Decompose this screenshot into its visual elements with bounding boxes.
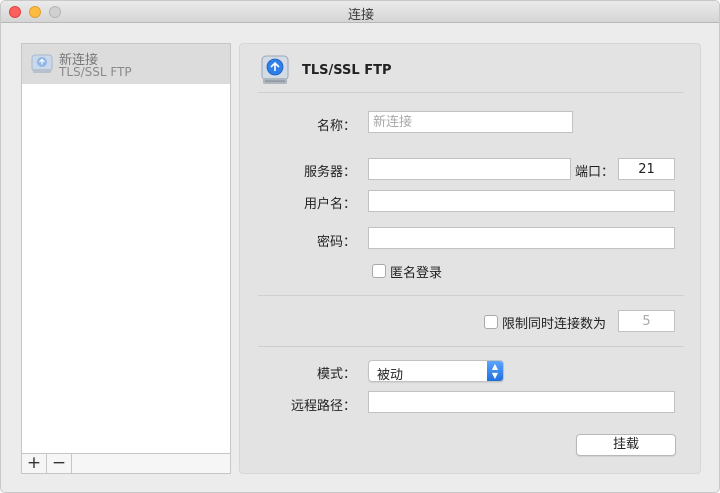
name-label: 名称：: [316, 119, 356, 134]
server-label: 服务器：: [303, 165, 356, 180]
divider: [258, 346, 684, 347]
protocol-title: TLS/SSL FTP: [302, 63, 392, 78]
add-connection-button[interactable]: +: [22, 454, 47, 473]
mode-select-value: 被动: [377, 368, 404, 383]
username-field[interactable]: [368, 190, 675, 212]
anonymous-login-checkbox[interactable]: [372, 264, 386, 278]
chevron-up-down-icon: ▲ ▼: [487, 361, 503, 381]
connection-list: 新连接 TLS/SSL FTP + −: [21, 43, 231, 474]
username-label: 用户名：: [303, 197, 356, 212]
window-title: 连接: [347, 8, 374, 23]
limit-connections-label: 限制同时连接数为: [502, 317, 607, 332]
connection-protocol: TLS/SSL FTP: [59, 65, 132, 79]
remote-path-field[interactable]: [368, 391, 675, 413]
remove-connection-button[interactable]: −: [47, 454, 72, 473]
server-field[interactable]: [368, 158, 571, 180]
password-label: 密码：: [316, 235, 356, 250]
mount-button[interactable]: 挂载: [576, 434, 676, 456]
anonymous-login-label: 匿名登录: [390, 266, 443, 281]
connection-window: 连接 新连接 TLS/SSL FTP + − TLS/SSL FTP 名称： 新…: [0, 0, 720, 493]
password-field[interactable]: [368, 227, 675, 249]
limit-connections-checkbox[interactable]: [484, 315, 498, 329]
mode-select[interactable]: 被动 ▲ ▼: [368, 360, 504, 383]
max-connections-field[interactable]: [618, 310, 675, 332]
connection-name-field[interactable]: [368, 111, 573, 133]
ftp-drive-icon: [261, 55, 289, 84]
divider: [258, 92, 684, 93]
port-field[interactable]: [618, 158, 675, 180]
title-bar: 连接: [1, 1, 719, 23]
connection-list-toolbar: + −: [22, 453, 230, 473]
remote-path-label: 远程路径：: [290, 399, 356, 414]
connection-settings-panel: TLS/SSL FTP 名称： 服务器： 端口： 用户名： 密码： 匿名登录 限…: [239, 43, 701, 474]
divider: [258, 295, 684, 296]
ftp-drive-icon: [31, 54, 53, 73]
port-label: 端口：: [574, 165, 614, 180]
mode-label: 模式：: [316, 367, 356, 382]
connection-list-item[interactable]: 新连接 TLS/SSL FTP: [22, 44, 230, 84]
